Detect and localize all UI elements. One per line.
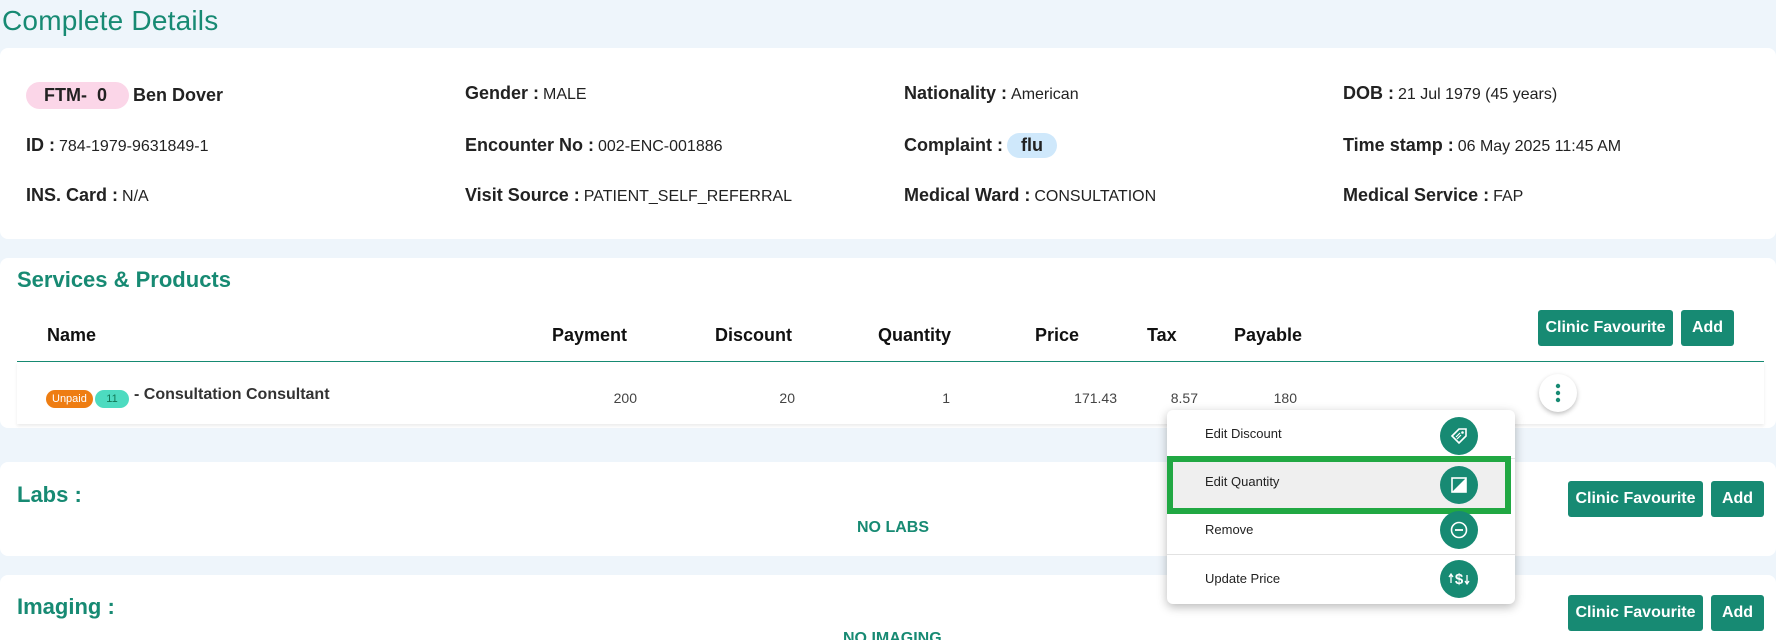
nationality-field: Nationality : American	[904, 83, 1079, 104]
ftm-label: FTM-	[44, 85, 87, 105]
gender-value: MALE	[543, 86, 587, 103]
labs-add-button[interactable]: Add	[1711, 481, 1764, 517]
encounter-label: Encounter No :	[465, 135, 594, 155]
service-name: - Consultation Consultant	[134, 386, 330, 403]
id-label: ID :	[26, 135, 55, 155]
medical-ward-field: Medical Ward : CONSULTATION	[904, 185, 1156, 206]
services-clinic-favourite-button[interactable]: Clinic Favourite	[1538, 310, 1673, 346]
quantity-cell: 1	[942, 390, 950, 406]
labs-empty-text: NO LABS	[857, 519, 929, 536]
dob-value: 21 Jul 1979 (45 years)	[1398, 86, 1558, 103]
price-cell: 171.43	[1074, 390, 1117, 406]
menu-item-update-price[interactable]: Update Price $	[1167, 555, 1515, 603]
menu-item-label: Edit Quantity	[1205, 474, 1280, 489]
medical-ward-label: Medical Ward :	[904, 185, 1031, 205]
col-name: Name	[47, 325, 97, 345]
services-title: Services & Products	[17, 267, 231, 292]
labs-title: Labs :	[17, 482, 82, 507]
unpaid-badge: Unpaid	[46, 390, 93, 408]
discount-cell: 20	[779, 390, 795, 406]
menu-item-label: Update Price	[1205, 571, 1281, 586]
kebab-menu-icon	[1555, 383, 1561, 403]
dob-field: DOB :21 Jul 1979 (45 years)	[1343, 83, 1557, 104]
services-products-card: Services & Products Name Payment Discoun…	[0, 258, 1776, 428]
col-payable: Payable	[1234, 325, 1303, 345]
nationality-label: Nationality :	[904, 83, 1008, 103]
id-field: ID :784-1979-9631849-1	[26, 135, 208, 156]
imaging-clinic-favourite-button[interactable]: Clinic Favourite	[1568, 595, 1703, 631]
minus-circle-icon	[1440, 511, 1478, 549]
ins-card-label: INS. Card :	[26, 185, 119, 205]
gender-label: Gender :	[465, 83, 540, 103]
col-quantity: Quantity	[878, 325, 952, 345]
edit-quantity-icon	[1440, 466, 1478, 504]
ftm-count: 0	[96, 85, 107, 105]
medical-service-field: Medical Service : FAP	[1343, 185, 1523, 206]
complaint-label: Complaint :	[904, 135, 1003, 155]
ins-card-field: INS. Card : N/A	[26, 185, 149, 206]
payment-cell: 200	[613, 390, 637, 406]
menu-item-label: Remove	[1205, 522, 1254, 537]
id-value: 784-1979-9631849-1	[59, 138, 209, 155]
count-badge: 11	[95, 390, 129, 408]
page-title: Complete Details	[2, 5, 219, 36]
medical-service-label: Medical Service :	[1343, 185, 1490, 205]
labs-clinic-favourite-button[interactable]: Clinic Favourite	[1568, 481, 1703, 517]
tax-cell: 8.57	[1170, 390, 1198, 406]
imaging-add-button[interactable]: Add	[1711, 595, 1764, 631]
col-discount: Discount	[715, 325, 793, 345]
patient-name: Ben Dover	[133, 85, 224, 105]
col-tax: Tax	[1147, 325, 1177, 345]
ins-card-value: N/A	[122, 188, 149, 205]
imaging-empty-text: NO IMAGING	[843, 630, 942, 640]
visit-source-label: Visit Source :	[465, 185, 580, 205]
dob-label: DOB :	[1343, 83, 1394, 103]
ftm-badge: FTM- 0	[26, 82, 129, 109]
menu-item-edit-discount[interactable]: Edit Discount	[1167, 410, 1515, 458]
svg-text:$: $	[1455, 571, 1464, 588]
visit-source-field: Visit Source : PATIENT_SELF_REFERRAL	[465, 185, 792, 206]
gender-field: Gender : MALE	[465, 83, 587, 104]
patient-details-card: FTM- 0 Ben Dover Gender : MALE Nationality …	[0, 48, 1776, 239]
patient-name-row: FTM- 0 Ben Dover	[26, 82, 223, 109]
encounter-field: Encounter No :002-ENC-001886	[465, 135, 723, 156]
timestamp-field: Time stamp :06 May 2025 11:45 AM	[1343, 135, 1621, 156]
complaint-badge: flu	[1007, 133, 1057, 158]
services-add-button[interactable]: Add	[1681, 310, 1734, 346]
imaging-title: Imaging :	[17, 594, 115, 619]
col-payment: Payment	[552, 325, 628, 345]
menu-item-label: Edit Discount	[1205, 426, 1282, 441]
nationality-value: American	[1011, 86, 1079, 103]
row-actions-button[interactable]	[1539, 374, 1577, 412]
visit-source-value: PATIENT_SELF_REFERRAL	[583, 188, 793, 205]
medical-service-value: FAP	[1493, 188, 1524, 205]
complaint-field: Complaint : flu	[904, 133, 1057, 158]
payable-cell: 180	[1273, 390, 1297, 406]
timestamp-label: Time stamp :	[1343, 135, 1454, 155]
medical-ward-value: CONSULTATION	[1034, 188, 1157, 205]
timestamp-value: 06 May 2025 11:45 AM	[1457, 138, 1622, 155]
encounter-value: 002-ENC-001886	[598, 138, 723, 155]
price-update-icon: $	[1440, 560, 1478, 598]
discount-tag-icon	[1440, 417, 1478, 455]
menu-item-remove[interactable]: Remove	[1167, 506, 1515, 554]
col-price: Price	[1035, 325, 1080, 345]
